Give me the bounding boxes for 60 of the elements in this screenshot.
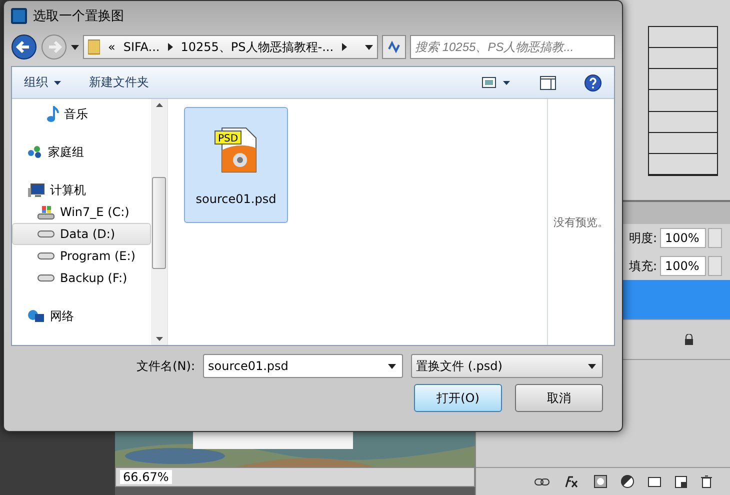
cancel-button[interactable]: 取消 (515, 384, 603, 412)
music-note-icon (47, 106, 59, 122)
file-type-dropdown[interactable]: 置换文件 (.psd) (411, 354, 603, 378)
mask-icon[interactable] (594, 475, 607, 488)
organize-menu[interactable]: 组织 (24, 74, 61, 91)
scrollbar[interactable] (151, 99, 167, 345)
dropdown-arrow-icon[interactable] (588, 364, 596, 368)
sidebar-item[interactable]: 家庭组 (12, 141, 151, 163)
view-options-icon[interactable] (482, 76, 512, 88)
breadcrumb-item[interactable]: « (108, 40, 116, 54)
help-icon[interactable] (584, 74, 602, 92)
system-drive-icon (37, 204, 55, 220)
back-button[interactable] (11, 34, 37, 60)
sidebar-item[interactable]: 计算机 (12, 179, 151, 201)
sidebar-item[interactable]: 网络 (12, 305, 151, 327)
sidebar-item[interactable]: Backup (F:) (12, 267, 151, 289)
open-button[interactable]: 打开(O) (414, 384, 502, 412)
dropdown-arrow-icon[interactable] (388, 364, 396, 368)
sidebar-item[interactable]: Program (E:) (12, 245, 151, 267)
dropdown-arrow-icon (54, 80, 61, 84)
folder-icon[interactable] (648, 476, 661, 487)
scroll-down-icon[interactable] (156, 337, 162, 341)
chevron-right-icon[interactable] (168, 43, 173, 51)
search-field[interactable]: 搜索 10255、PS人物恶搞教... (410, 35, 615, 59)
dropdown-arrow-icon[interactable] (71, 44, 79, 50)
new-folder-button[interactable]: 新建文件夹 (89, 74, 149, 91)
opacity-field[interactable]: 100% (660, 228, 706, 248)
trash-icon[interactable] (701, 475, 712, 488)
computer-icon (27, 182, 45, 198)
chevron-right-icon[interactable] (342, 43, 347, 51)
sidebar-item[interactable]: Win7_E (C:) (12, 201, 151, 223)
drive-icon (37, 252, 55, 260)
filename-label: 文件名(N): (136, 358, 195, 374)
drive-icon (37, 230, 55, 238)
photoshop-app-icon (11, 8, 27, 24)
adjustment-icon[interactable] (621, 475, 634, 488)
fill-field[interactable]: 100% (660, 256, 706, 276)
dropdown-arrow-icon[interactable] (365, 44, 373, 50)
opacity-label: 明度: (628, 230, 657, 246)
file-item[interactable]: PSD source01.psd (184, 107, 288, 223)
scroll-up-icon[interactable] (156, 103, 162, 107)
filename-field[interactable]: source01.psd (203, 354, 403, 378)
zoom-level[interactable]: 66.67% (120, 470, 172, 484)
folder-icon (88, 39, 100, 55)
lock-icon (684, 334, 694, 346)
address-bar[interactable]: « SIFA... 10255、PS人物恶搞教程-... (83, 35, 378, 59)
homegroup-icon (27, 145, 43, 159)
window-title: 选取一个置换图 (33, 8, 124, 25)
no-preview-text: 没有预览。 (554, 214, 608, 230)
link-icon[interactable] (534, 478, 550, 486)
network-icon (27, 309, 45, 323)
breadcrumb-item[interactable]: 10255、PS人物恶搞教程-... (180, 38, 334, 56)
drive-icon (37, 274, 55, 282)
sidebar-item[interactable]: 音乐 (12, 103, 151, 125)
breadcrumb-item[interactable]: SIFA... (123, 40, 160, 54)
fill-label: 填充: (628, 258, 657, 274)
effects-icon[interactable] (564, 476, 580, 488)
sidebar-item[interactable]: Data (D:) (12, 223, 151, 245)
new-layer-icon[interactable] (675, 476, 687, 488)
preview-pane-icon[interactable] (540, 76, 556, 90)
